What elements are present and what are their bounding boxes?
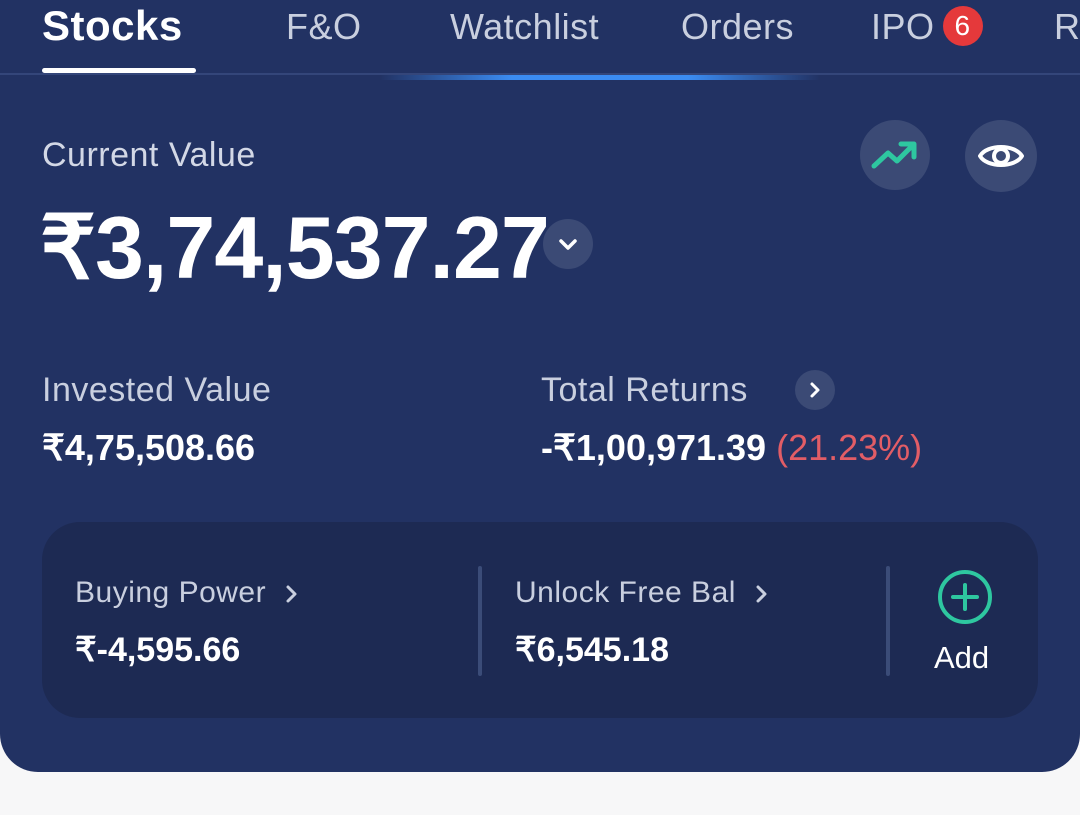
current-value: ₹3,74,537.27 — [40, 198, 550, 297]
tab-bar: Stocks F&O Watchlist Orders IPO 6 R — [0, 0, 1080, 80]
tab-orders[interactable]: Orders — [681, 6, 794, 48]
invested-value: ₹4,75,508.66 — [42, 427, 256, 468]
tab-stocks[interactable]: Stocks — [42, 2, 183, 50]
total-returns-percent: (21.23%) — [776, 427, 923, 468]
value-dropdown-button[interactable] — [543, 219, 593, 269]
buying-power-label-row: Buying Power — [75, 576, 300, 610]
add-funds-button[interactable]: Add — [902, 552, 1022, 692]
tab-fno[interactable]: F&O — [286, 6, 362, 48]
funds-panel: Buying Power ₹-4,595.66 Unlock Free Bal … — [42, 522, 1038, 718]
current-value-label: Current Value — [42, 136, 256, 174]
unlock-free-bal-value: ₹6,545.18 — [515, 631, 669, 669]
panel-divider — [478, 566, 482, 676]
chevron-right-icon — [286, 585, 297, 603]
unlock-label-row: Unlock Free Bal — [515, 576, 770, 610]
total-returns-row: -₹1,00,971.39 (21.23%) — [541, 427, 922, 469]
invested-value-label: Invested Value — [42, 371, 272, 409]
ipo-count-badge: 6 — [942, 6, 983, 46]
total-returns-details-button[interactable] — [795, 370, 835, 410]
eye-icon — [978, 145, 1024, 167]
tab-ipo[interactable]: IPO 6 — [871, 6, 983, 48]
unlock-free-balance-section[interactable]: Unlock Free Bal ₹6,545.18 — [492, 522, 882, 718]
panel-divider — [886, 566, 890, 676]
chevron-right-icon — [756, 585, 767, 603]
tab-partial[interactable]: R — [1054, 6, 1080, 48]
portfolio-card: Stocks F&O Watchlist Orders IPO 6 R Curre… — [0, 0, 1080, 772]
trend-button[interactable] — [860, 120, 930, 190]
total-returns-value: -₹1,00,971.39 — [541, 427, 767, 468]
tab-ipo-label: IPO — [871, 6, 935, 47]
plus-circle-icon — [938, 570, 992, 624]
total-returns-label: Total Returns — [541, 371, 748, 409]
chevron-right-icon — [810, 382, 820, 398]
add-funds-label: Add — [934, 640, 990, 675]
buying-power-value: ₹-4,595.66 — [75, 631, 241, 669]
tab-watchlist[interactable]: Watchlist — [450, 6, 599, 48]
trending-up-icon — [871, 141, 917, 169]
buying-power-section[interactable]: Buying Power ₹-4,595.66 — [42, 522, 472, 718]
chevron-down-icon — [559, 239, 577, 250]
unlock-free-bal-label: Unlock Free Bal — [515, 576, 736, 609]
buying-power-label: Buying Power — [75, 576, 267, 609]
tab-scroll-indicator — [380, 75, 820, 80]
visibility-toggle-button[interactable] — [965, 120, 1037, 192]
